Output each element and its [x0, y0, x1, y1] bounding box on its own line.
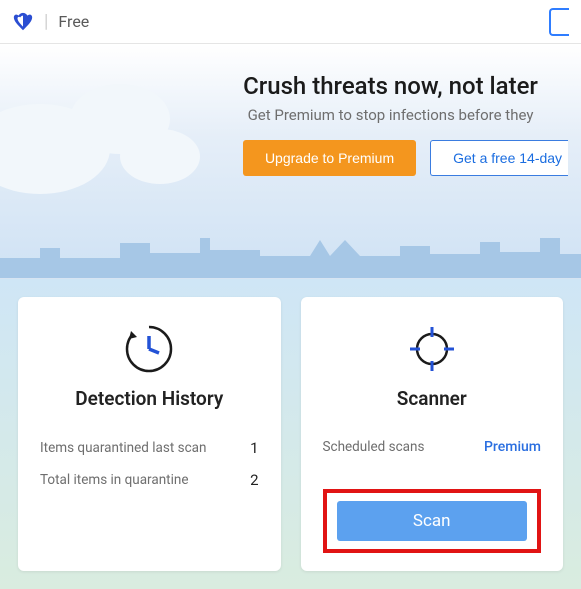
stat-label: Total items in quarantine [40, 472, 188, 488]
stat-total-quarantine: Total items in quarantine 2 [40, 471, 259, 489]
scanner-card[interactable]: Scanner Scheduled scans Premium Scan [301, 297, 564, 571]
tier-label: Free [58, 12, 89, 31]
stat-scheduled-scans: Scheduled scans Premium [323, 439, 542, 455]
free-trial-button[interactable]: Get a free 14-day [430, 140, 568, 176]
app-header: | Free [0, 0, 581, 44]
scanner-title: Scanner [323, 387, 542, 410]
hero-subtitle: Get Premium to stop infections before th… [200, 106, 581, 124]
history-title: Detection History [40, 387, 259, 410]
scan-button-highlight: Scan [323, 489, 542, 553]
stat-label: Items quarantined last scan [40, 440, 206, 456]
header-divider: | [44, 11, 48, 32]
detection-history-card[interactable]: Detection History Items quarantined last… [18, 297, 281, 571]
hero-content: Crush threats now, not later Get Premium… [0, 44, 581, 176]
hero-banner: Crush threats now, not later Get Premium… [0, 44, 581, 279]
premium-link[interactable]: Premium [484, 439, 541, 455]
scan-button[interactable]: Scan [337, 501, 528, 541]
hero-buttons: Upgrade to Premium Get a free 14-day [200, 140, 581, 176]
app-logo-icon [12, 11, 34, 33]
stat-quarantined-last-scan: Items quarantined last scan 1 [40, 439, 259, 457]
history-icon [40, 323, 259, 375]
cards-container: Detection History Items quarantined last… [0, 279, 581, 589]
stat-label: Scheduled scans [323, 439, 425, 455]
stat-value: 2 [250, 471, 258, 489]
stat-value: 1 [250, 439, 258, 457]
crosshair-icon [323, 323, 542, 375]
header-left: | Free [12, 11, 89, 33]
hero-title: Crush threats now, not later [200, 72, 581, 100]
skyline-decoration [0, 228, 581, 278]
upgrade-button[interactable]: Upgrade to Premium [243, 140, 416, 176]
header-action-button[interactable] [549, 8, 569, 36]
